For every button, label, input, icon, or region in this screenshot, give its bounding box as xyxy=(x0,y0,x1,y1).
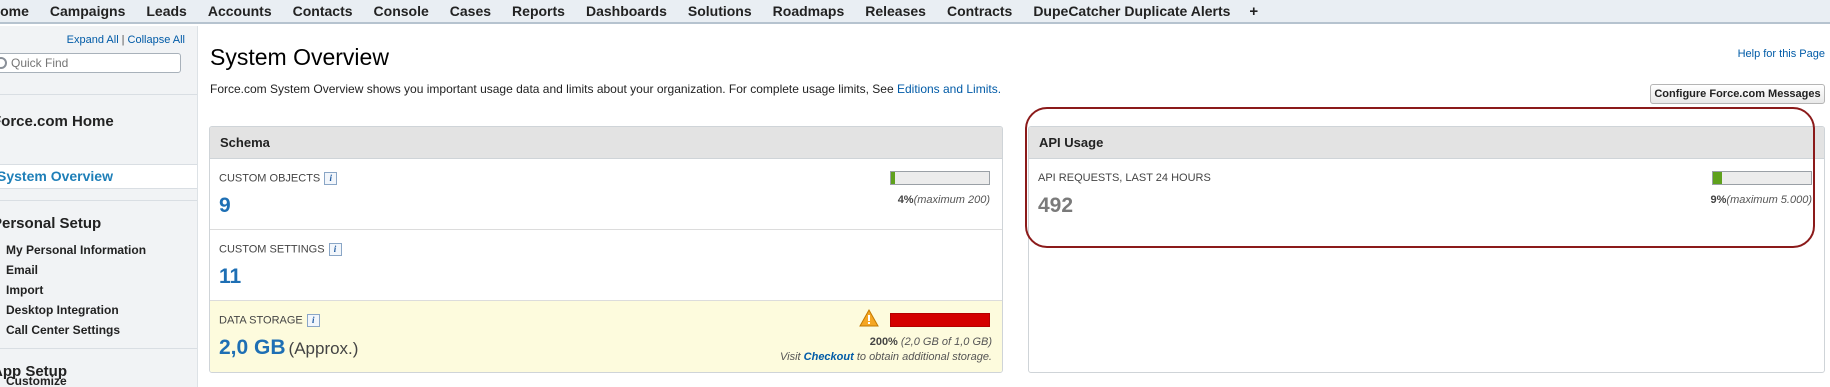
sidebar-heading-forcecom-home[interactable]: Force.com Home xyxy=(0,113,114,130)
tab-campaigns[interactable]: Campaigns xyxy=(39,3,136,19)
custom-objects-usage-bar xyxy=(890,171,990,185)
custom-settings-label: CUSTOM SETTINGS i xyxy=(219,243,342,256)
intro-text: Force.com System Overview shows you impo… xyxy=(210,82,1001,96)
data-storage-value[interactable]: 2,0 GB (Approx.) xyxy=(219,336,358,360)
sidebar-divider xyxy=(0,348,197,349)
api-requests-label: API REQUESTS, LAST 24 HOURS xyxy=(1038,172,1211,184)
usage-bar-fill xyxy=(891,314,989,326)
custom-objects-label-text: CUSTOM OBJECTS xyxy=(219,172,321,185)
expand-all-link[interactable]: Expand All xyxy=(67,34,119,46)
data-storage-usage-text: 200% (2,0 GB of 1,0 GB) xyxy=(870,336,992,348)
api-requests-usage-bar xyxy=(1712,171,1812,185)
tab-contracts[interactable]: Contracts xyxy=(936,3,1023,19)
schema-panel: Schema CUSTOM OBJECTS i 9 4%(maximum 200)… xyxy=(209,126,1003,373)
tab-leads[interactable]: Leads xyxy=(135,3,197,19)
quick-find-input[interactable] xyxy=(11,56,171,70)
tab-releases[interactable]: Releases xyxy=(854,3,937,19)
tab-cases[interactable]: Cases xyxy=(439,3,502,19)
custom-settings-row: CUSTOM SETTINGS i 11 xyxy=(210,230,1002,301)
api-requests-max: (maximum 5.000) xyxy=(1726,194,1812,206)
usage-bar-fill xyxy=(1713,172,1722,184)
api-requests-row: API REQUESTS, LAST 24 HOURS 492 9%(maxim… xyxy=(1029,159,1824,230)
tab-accounts[interactable]: Accounts xyxy=(197,3,283,19)
sidebar-item-my-personal-information[interactable]: My Personal Information xyxy=(6,243,146,257)
data-storage-approx: (Approx.) xyxy=(288,339,359,358)
data-storage-note-prefix: Visit xyxy=(780,351,804,363)
sidebar-item-call-center-settings[interactable]: Call Center Settings xyxy=(6,323,120,337)
configure-forcecom-messages-button[interactable]: Configure Force.com Messages xyxy=(1650,84,1825,104)
top-nav-bar: Home Campaigns Leads Accounts Contacts C… xyxy=(0,0,1830,24)
data-storage-percent: 200% xyxy=(869,336,898,348)
tab-console[interactable]: Console xyxy=(363,3,440,19)
collapse-all-link[interactable]: Collapse All xyxy=(128,34,185,46)
all-tabs-plus-icon[interactable]: + xyxy=(1241,3,1266,20)
tab-home[interactable]: Home xyxy=(0,3,40,19)
sidebar-item-desktop-integration[interactable]: Desktop Integration xyxy=(6,303,119,317)
intro-description: Force.com System Overview shows you impo… xyxy=(210,82,897,96)
sidebar-heading-personal-setup[interactable]: Personal Setup xyxy=(0,215,101,232)
tab-dupecatcher[interactable]: DupeCatcher Duplicate Alerts xyxy=(1022,3,1241,19)
api-usage-panel-title: API Usage xyxy=(1029,127,1824,159)
custom-objects-percent: 4% xyxy=(897,194,914,206)
data-storage-row: DATA STORAGE i 2,0 GB (Approx.) 200% (2,0 … xyxy=(210,301,1002,372)
info-icon[interactable]: i xyxy=(324,172,338,185)
custom-objects-usage-text: 4%(maximum 200) xyxy=(898,194,990,206)
data-storage-label: DATA STORAGE i xyxy=(219,314,320,327)
custom-objects-max: (maximum 200) xyxy=(913,194,990,206)
warning-icon xyxy=(859,309,879,327)
custom-objects-label: CUSTOM OBJECTS i xyxy=(219,172,338,185)
checkout-link[interactable]: Checkout xyxy=(804,351,854,363)
tab-roadmaps[interactable]: Roadmaps xyxy=(762,3,856,19)
link-separator: | xyxy=(121,34,125,46)
setup-sidebar: Expand All|Collapse All Force.com Home S… xyxy=(0,26,198,387)
tab-solutions[interactable]: Solutions xyxy=(677,3,763,19)
data-storage-detail: (2,0 GB of 1,0 GB) xyxy=(900,336,992,348)
api-usage-panel: API Usage API REQUESTS, LAST 24 HOURS 49… xyxy=(1028,126,1825,373)
custom-settings-value[interactable]: 11 xyxy=(219,265,241,289)
data-storage-usage-bar xyxy=(890,313,990,327)
data-storage-label-text: DATA STORAGE xyxy=(219,314,303,327)
info-icon[interactable]: i xyxy=(328,243,342,256)
api-requests-value: 492 xyxy=(1038,194,1074,217)
sidebar-divider xyxy=(0,200,197,201)
sidebar-item-system-overview[interactable]: System Overview xyxy=(0,164,197,189)
quick-find-box[interactable] xyxy=(0,53,181,73)
tree-controls: Expand All | Collapse All xyxy=(67,34,185,46)
search-icon xyxy=(0,57,7,69)
custom-objects-row: CUSTOM OBJECTS i 9 4%(maximum 200) xyxy=(210,159,1002,230)
help-for-this-page-link[interactable]: Help for this Page xyxy=(1738,48,1825,60)
api-requests-usage-text: 9%(maximum 5.000) xyxy=(1711,194,1812,206)
sidebar-item-email[interactable]: Email xyxy=(6,263,38,277)
sidebar-item-import[interactable]: Import xyxy=(6,283,43,297)
api-requests-percent: 9% xyxy=(1710,194,1727,206)
tab-dashboards[interactable]: Dashboards xyxy=(575,3,678,19)
data-storage-note: Visit Checkout to obtain additional stor… xyxy=(780,351,992,363)
sidebar-item-customize[interactable]: Customize xyxy=(6,374,67,387)
sidebar-divider xyxy=(0,94,197,95)
data-storage-note-suffix: to obtain additional storage. xyxy=(853,351,992,363)
info-icon[interactable]: i xyxy=(306,314,320,327)
page-title: System Overview xyxy=(210,44,389,70)
custom-settings-label-text: CUSTOM SETTINGS xyxy=(219,243,325,256)
usage-bar-fill xyxy=(891,172,896,184)
editions-and-limits-link[interactable]: Editions and Limits. xyxy=(897,82,1001,96)
custom-objects-value[interactable]: 9 xyxy=(219,194,231,218)
schema-panel-title: Schema xyxy=(210,127,1002,159)
tab-reports[interactable]: Reports xyxy=(501,3,576,19)
tab-contacts[interactable]: Contacts xyxy=(282,3,364,19)
data-storage-amount: 2,0 GB xyxy=(219,336,286,359)
